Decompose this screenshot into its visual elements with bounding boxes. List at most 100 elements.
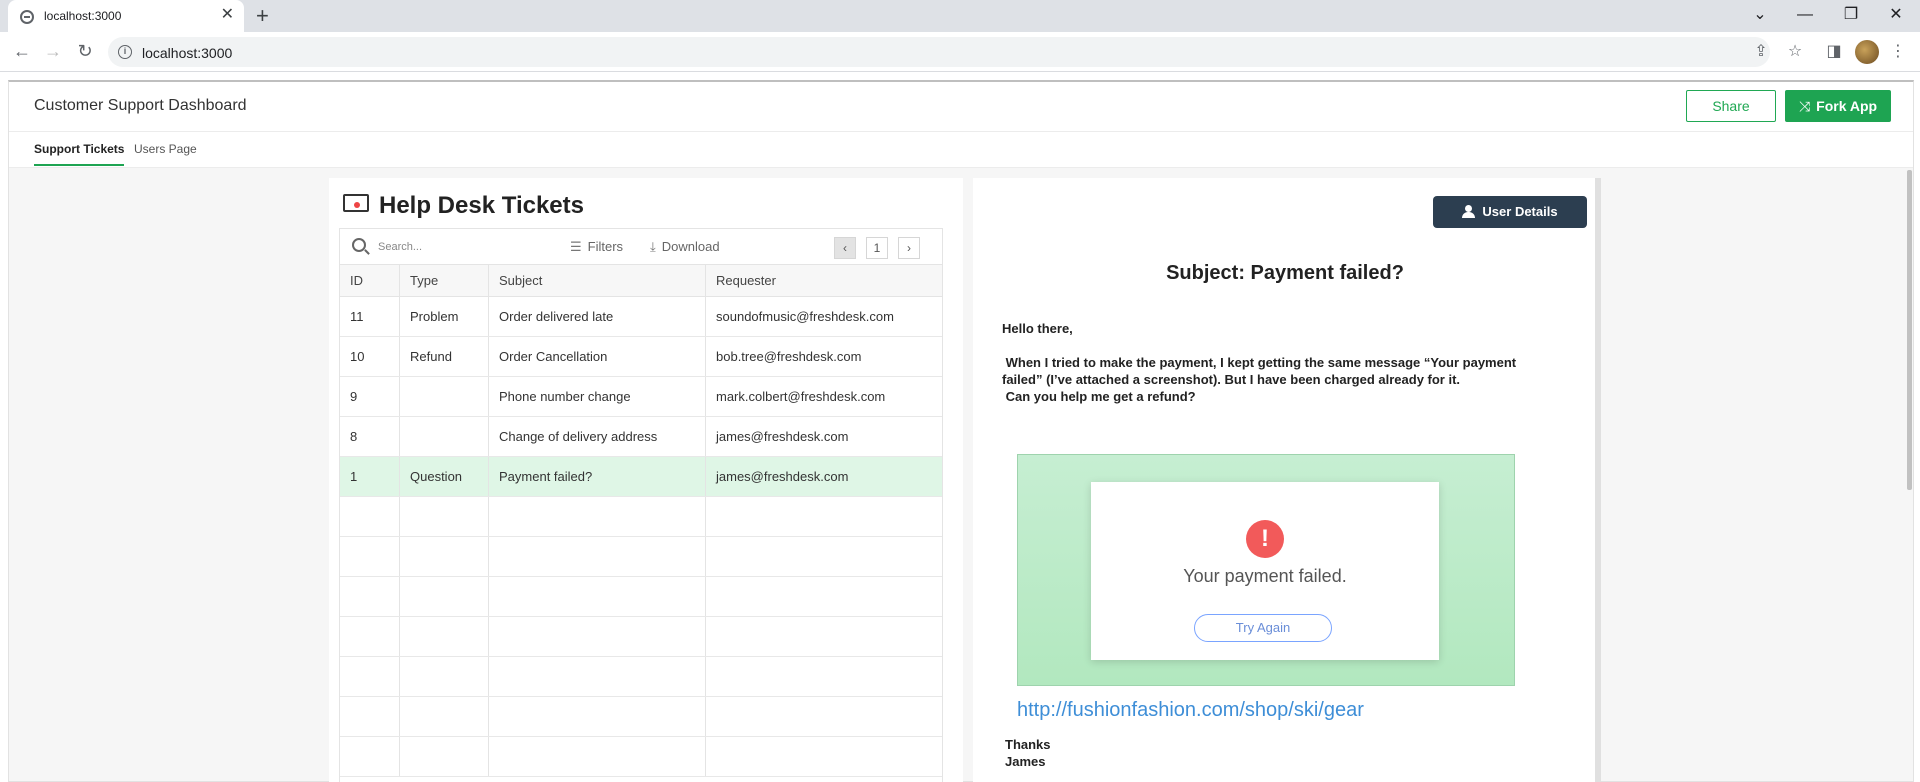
user-details-button[interactable]: User Details bbox=[1433, 196, 1587, 228]
column-header-requester[interactable]: Requester bbox=[706, 265, 942, 296]
message-signoff: Thanks James bbox=[1005, 736, 1051, 770]
cell-requester: bob.tree@freshdesk.com bbox=[716, 349, 862, 364]
search-icon bbox=[352, 238, 366, 252]
table-row[interactable]: 10 Refund Order Cancellation bob.tree@fr… bbox=[340, 337, 942, 377]
error-message: Your payment failed. bbox=[1183, 566, 1347, 586]
tickets-title: Help Desk Tickets bbox=[343, 192, 584, 220]
signoff-thanks: Thanks bbox=[1005, 737, 1051, 752]
browser-menu-icon[interactable]: ⋮ bbox=[1887, 42, 1909, 62]
address-bar: ← → ↻ i localhost:3000 ⇪ ☆ ◨ ⋮ bbox=[0, 32, 1920, 72]
message-body-line: When I tried to make the payment, I kept… bbox=[1002, 355, 1517, 370]
try-again-button: Try Again bbox=[1194, 614, 1332, 642]
cell-type: Problem bbox=[400, 297, 489, 336]
cell-id: 9 bbox=[340, 377, 400, 416]
url-text: localhost:3000 bbox=[142, 45, 233, 61]
search-input[interactable] bbox=[378, 237, 558, 257]
column-header-id[interactable]: ID bbox=[340, 265, 400, 296]
empty-row bbox=[340, 697, 942, 737]
filter-icon: ☰ bbox=[570, 239, 582, 254]
cell-type: Refund bbox=[400, 337, 489, 376]
column-header-type[interactable]: Type bbox=[400, 265, 489, 296]
cell-id: 11 bbox=[340, 297, 400, 336]
forward-icon[interactable]: → bbox=[41, 40, 65, 62]
restore-button[interactable]: ❐ bbox=[1831, 2, 1871, 28]
filters-button[interactable]: ☰ Filters bbox=[570, 239, 623, 255]
cell-subject: Payment failed? bbox=[489, 457, 706, 496]
table-row[interactable]: 8 Change of delivery address james@fresh… bbox=[340, 417, 942, 457]
next-page-button[interactable]: › bbox=[898, 237, 920, 259]
message-link[interactable]: http://fushionfashion.com/shop/ski/gear bbox=[1017, 699, 1364, 722]
user-details-label: User Details bbox=[1482, 204, 1558, 219]
tab-title: localhost:3000 bbox=[44, 9, 122, 23]
tab-support-tickets[interactable]: Support Tickets bbox=[34, 142, 125, 166]
cell-subject: Phone number change bbox=[489, 377, 706, 416]
app-header: Customer Support Dashboard Share ⤨ Fork A… bbox=[9, 82, 1913, 132]
table-header: ID Type Subject Requester bbox=[340, 265, 942, 297]
cell-id: 10 bbox=[340, 337, 400, 376]
page-number[interactable]: 1 bbox=[866, 237, 888, 259]
table-row-selected[interactable]: 1 Question Payment failed? james@freshde… bbox=[340, 457, 942, 497]
message-greeting: Hello there, bbox=[1002, 321, 1073, 336]
cell-subject: Change of delivery address bbox=[489, 417, 706, 456]
site-info-icon[interactable]: i bbox=[118, 45, 132, 59]
cell-subject: Order delivered late bbox=[489, 297, 706, 336]
fork-app-button[interactable]: ⤨ Fork App bbox=[1785, 90, 1891, 122]
tab-close-icon[interactable]: ✕ bbox=[221, 6, 234, 24]
signoff-name: James bbox=[1005, 754, 1046, 769]
empty-row bbox=[340, 617, 942, 657]
browser-tab[interactable]: localhost:3000 ✕ bbox=[8, 0, 244, 32]
share-button[interactable]: Share bbox=[1686, 90, 1776, 122]
tickets-panel: Help Desk Tickets ☰ Filters ⤓ Download ‹ 1… bbox=[329, 178, 963, 782]
table-row[interactable]: 9 Phone number change mark.colbert@fresh… bbox=[340, 377, 942, 417]
close-window-button[interactable]: ✕ bbox=[1876, 2, 1916, 28]
fork-icon: ⤨ bbox=[1798, 98, 1811, 114]
browser-tabbar: localhost:3000 ✕ + ⌄ — ❐ ✕ bbox=[0, 0, 1920, 32]
tab-search-icon[interactable]: ⌄ bbox=[1740, 2, 1780, 28]
side-panel-icon[interactable]: ◨ bbox=[1823, 42, 1845, 62]
app-title: Customer Support Dashboard bbox=[34, 97, 247, 114]
message-body-line: failed” (I’ve attached a screenshot). Bu… bbox=[1002, 372, 1461, 387]
cell-requester: soundofmusic@freshdesk.com bbox=[716, 309, 894, 324]
cell-type: Question bbox=[400, 457, 489, 496]
tickets-table: ☰ Filters ⤓ Download ‹ 1 › ID Type Subject… bbox=[339, 228, 943, 782]
table-row[interactable]: 11 Problem Order delivered late soundofm… bbox=[340, 297, 942, 337]
column-header-subject[interactable]: Subject bbox=[489, 265, 706, 296]
tab-users-page[interactable]: Users Page bbox=[134, 142, 197, 164]
table-toolbar: ☰ Filters ⤓ Download ‹ 1 › bbox=[340, 229, 942, 265]
back-icon[interactable]: ← bbox=[10, 40, 34, 62]
globe-icon bbox=[20, 10, 34, 24]
tickets-title-text: Help Desk Tickets bbox=[379, 192, 584, 219]
ticket-detail-panel: User Details Subject: Payment failed? He… bbox=[973, 178, 1597, 782]
cell-requester: james@freshdesk.com bbox=[716, 469, 849, 484]
empty-row bbox=[340, 537, 942, 577]
ticket-icon bbox=[343, 194, 369, 212]
empty-row bbox=[340, 657, 942, 697]
prev-page-button[interactable]: ‹ bbox=[834, 237, 856, 259]
new-tab-button[interactable]: + bbox=[256, 4, 269, 28]
filters-label: Filters bbox=[587, 239, 624, 254]
cell-requester: james@freshdesk.com bbox=[716, 429, 849, 444]
profile-avatar[interactable] bbox=[1855, 40, 1879, 64]
cell-id: 8 bbox=[340, 417, 400, 456]
reload-icon[interactable]: ↻ bbox=[73, 40, 97, 62]
share-page-icon[interactable]: ⇪ bbox=[1750, 42, 1772, 62]
download-button[interactable]: ⤓ Download bbox=[650, 239, 720, 255]
cell-id: 1 bbox=[340, 457, 400, 496]
payment-error-card: ! Your payment failed. Try Again bbox=[1091, 482, 1439, 660]
empty-row bbox=[340, 577, 942, 617]
empty-row bbox=[340, 497, 942, 537]
empty-row bbox=[340, 737, 942, 777]
bookmark-star-icon[interactable]: ☆ bbox=[1784, 42, 1806, 62]
page-scrollbar[interactable] bbox=[1907, 170, 1912, 490]
minimize-button[interactable]: — bbox=[1785, 2, 1825, 28]
app-frame: Customer Support Dashboard Share ⤨ Fork A… bbox=[8, 80, 1914, 782]
page-tabs: Support Tickets Users Page bbox=[9, 132, 1913, 168]
error-icon: ! bbox=[1246, 520, 1284, 558]
url-field[interactable]: i localhost:3000 bbox=[108, 37, 1770, 67]
fork-app-label: Fork App bbox=[1816, 98, 1878, 114]
download-icon: ⤓ bbox=[650, 239, 656, 254]
ticket-subject: Subject: Payment failed? bbox=[1166, 262, 1404, 284]
attached-screenshot: ! Your payment failed. Try Again bbox=[1017, 454, 1515, 686]
cell-requester: mark.colbert@freshdesk.com bbox=[716, 389, 886, 404]
detail-scrollbar[interactable] bbox=[1595, 178, 1601, 782]
